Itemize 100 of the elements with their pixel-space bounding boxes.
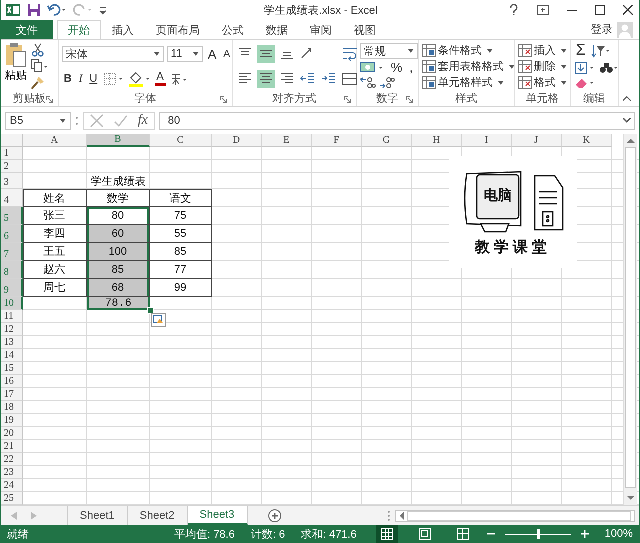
ribbon-tab[interactable]: 视图 [343, 20, 387, 39]
increase-font-size-button[interactable]: A [206, 46, 219, 62]
table-cell[interactable]: 75 [150, 207, 212, 225]
column-heading[interactable]: 语文 [150, 189, 212, 207]
scroll-thumb[interactable] [407, 510, 631, 520]
row-header[interactable]: 8 [1, 261, 23, 279]
dialog-launcher-icon[interactable] [46, 96, 53, 103]
scroll-up-icon[interactable] [626, 138, 634, 143]
autosum-button[interactable]: Σ [574, 43, 588, 59]
italic-button[interactable]: I [76, 72, 85, 85]
new-sheet-icon[interactable] [268, 508, 282, 522]
cells-menu-button[interactable]: 删除 [518, 59, 567, 74]
drag-handle-icon[interactable] [75, 114, 79, 126]
format-painter-icon[interactable] [31, 76, 45, 90]
horizontal-scrollbar[interactable] [395, 510, 635, 522]
row-header[interactable]: 22 [1, 453, 23, 466]
row-header[interactable]: 1 [1, 147, 23, 160]
ribbon-tab[interactable]: 文件 [1, 20, 53, 39]
table-cell[interactable]: 张三 [23, 207, 87, 225]
row-header[interactable]: 6 [1, 225, 23, 243]
column-heading[interactable]: 数学 [87, 189, 150, 207]
table-cell[interactable]: 85 [87, 261, 150, 279]
row-header[interactable]: 21 [1, 440, 23, 453]
column-header[interactable]: D [212, 134, 262, 147]
scroll-thumb[interactable] [625, 147, 636, 488]
underline-button[interactable]: U [88, 72, 100, 85]
cut-icon[interactable] [31, 43, 45, 58]
column-header[interactable]: J [512, 134, 562, 147]
fill-down-icon[interactable] [574, 60, 596, 74]
collapse-ribbon-icon[interactable] [623, 96, 631, 101]
font-size-dropdown[interactable]: 11 [167, 46, 203, 62]
cells-menu-button[interactable]: 格式 [518, 75, 567, 90]
find-binoculars-icon[interactable] [599, 60, 619, 74]
border-icon[interactable] [102, 72, 125, 86]
sheet-tab[interactable]: Sheet3 [188, 506, 248, 525]
table-cell[interactable]: 99 [150, 279, 212, 297]
row-header[interactable]: 14 [1, 349, 23, 362]
column-header[interactable]: G [362, 134, 412, 147]
wrap-text-icon[interactable] [341, 46, 359, 62]
sign-in-link[interactable]: 登录 [591, 22, 613, 37]
column-header[interactable]: B [87, 134, 150, 147]
table-cell[interactable]: 55 [150, 225, 212, 243]
paste-button[interactable]: 粘贴 [4, 42, 28, 91]
column-header[interactable]: I [462, 134, 512, 147]
ribbon-tab[interactable]: 页面布局 [145, 20, 211, 39]
font-color-button[interactable]: A [154, 72, 166, 86]
ribbon-tab[interactable]: 审阅 [299, 20, 343, 39]
normal-view-icon[interactable] [376, 525, 398, 543]
table-title[interactable]: 学生成绩表 [87, 173, 150, 189]
row-header[interactable]: 9 [1, 279, 23, 297]
table-cell[interactable]: 80 [87, 207, 150, 225]
row-header[interactable]: 17 [1, 388, 23, 401]
row-header[interactable]: 19 [1, 414, 23, 427]
maximize-icon[interactable] [595, 5, 605, 15]
row-header[interactable]: 24 [1, 479, 23, 492]
row-header[interactable]: 2 [1, 160, 23, 173]
row-header[interactable]: 12 [1, 323, 23, 336]
bold-button[interactable]: B [62, 72, 74, 85]
row-header[interactable]: 3 [1, 173, 23, 189]
cells-menu-button[interactable]: 插入 [518, 43, 567, 58]
row-header[interactable]: 25 [1, 492, 23, 505]
style-menu-button[interactable]: 单元格样式 [422, 75, 515, 90]
column-heading[interactable]: 姓名 [23, 189, 87, 207]
quick-analysis-icon[interactable] [151, 313, 166, 327]
sort-filter-icon[interactable] [590, 44, 611, 58]
style-menu-button[interactable]: 条件格式 [422, 43, 515, 58]
expand-formula-bar-icon[interactable] [623, 118, 631, 123]
decrease-font-size-button[interactable]: A [222, 48, 232, 60]
style-menu-button[interactable]: 套用表格格式 [422, 59, 515, 74]
row-header[interactable]: 20 [1, 427, 23, 440]
row-header[interactable]: 16 [1, 375, 23, 388]
save-icon[interactable] [27, 3, 41, 17]
merge-center-icon[interactable] [341, 70, 365, 87]
dialog-launcher-icon[interactable] [406, 96, 413, 103]
table-cell[interactable]: 85 [150, 243, 212, 261]
insert-function-button[interactable]: fx [138, 112, 148, 128]
table-cell[interactable]: 78.6 [87, 297, 150, 310]
column-header[interactable]: F [312, 134, 362, 147]
vertical-scrollbar[interactable] [623, 134, 637, 505]
name-box[interactable]: B5 [5, 112, 71, 130]
dialog-launcher-icon[interactable] [220, 96, 227, 103]
row-header[interactable]: 5 [1, 207, 23, 225]
ribbon-tab[interactable]: 数据 [255, 20, 299, 39]
increase-decimal-icon[interactable] [360, 76, 376, 90]
currency-format-icon[interactable] [360, 60, 386, 74]
table-cell[interactable]: 77 [150, 261, 212, 279]
table-cell[interactable]: 100 [87, 243, 150, 261]
row-header[interactable]: 11 [1, 310, 23, 323]
row-header[interactable]: 4 [1, 189, 23, 207]
zoom-level[interactable]: 100% [604, 528, 633, 540]
table-cell[interactable]: 68 [87, 279, 150, 297]
row-header[interactable]: 10 [1, 297, 23, 310]
table-cell[interactable]: 60 [87, 225, 150, 243]
formula-input[interactable]: 80 [159, 112, 635, 130]
row-header[interactable]: 15 [1, 362, 23, 375]
font-name-dropdown[interactable]: 宋体 [62, 46, 164, 62]
zoom-in-icon[interactable] [580, 530, 589, 538]
customize-toolbar-icon[interactable] [99, 5, 107, 15]
row-header[interactable]: 18 [1, 401, 23, 414]
percent-style-button[interactable]: % [389, 60, 405, 75]
